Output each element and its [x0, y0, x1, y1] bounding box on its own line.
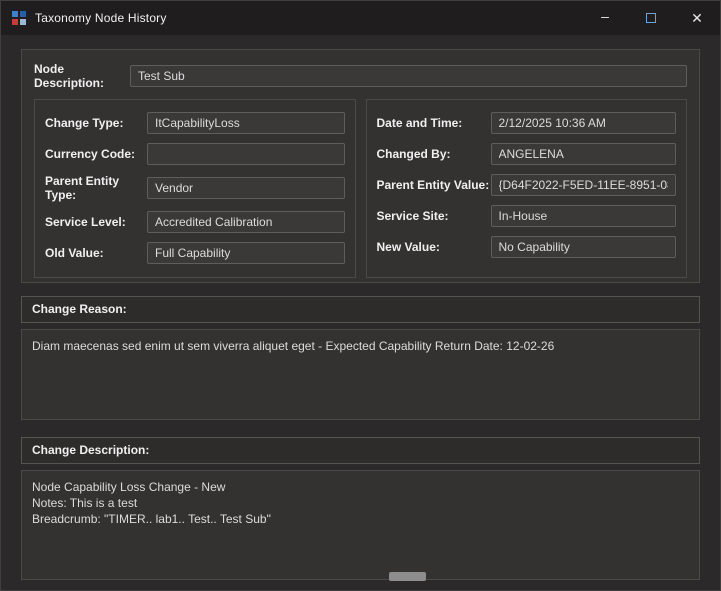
window-title: Taxonomy Node History: [35, 11, 167, 25]
field-row: Service Level:: [45, 211, 345, 233]
currency-code-label: Currency Code:: [45, 147, 147, 161]
service-level-label: Service Level:: [45, 215, 147, 229]
new-value-input[interactable]: [491, 236, 677, 258]
minimize-button[interactable]: –: [582, 1, 628, 35]
maximize-icon: [646, 13, 656, 23]
changed-by-label: Changed By:: [377, 147, 491, 161]
parent-entity-type-label: Parent Entity Type:: [45, 174, 147, 202]
app-icon: [11, 10, 27, 26]
date-and-time-label: Date and Time:: [377, 116, 491, 130]
field-row: Currency Code:: [45, 143, 345, 165]
field-row: Old Value:: [45, 242, 345, 264]
field-groups: Change Type: Currency Code: Parent Entit…: [34, 99, 687, 278]
summary-panel: Node Description: Change Type: Currency …: [21, 49, 700, 283]
new-value-label: New Value:: [377, 240, 491, 254]
change-reason-textarea[interactable]: Diam maecenas sed enim ut sem viverra al…: [21, 329, 700, 420]
taxonomy-node-history-window: Taxonomy Node History – ✕ Node Descripti…: [0, 0, 721, 591]
close-button[interactable]: ✕: [674, 1, 720, 35]
parent-entity-value-input[interactable]: [491, 174, 677, 196]
maximize-button[interactable]: [628, 1, 674, 35]
parent-entity-value-label: Parent Entity Value:: [377, 178, 491, 192]
date-and-time-input[interactable]: [491, 112, 677, 134]
node-description-row: Node Description:: [34, 62, 687, 90]
change-reason-header: Change Reason:: [21, 296, 700, 323]
change-description-textarea[interactable]: Node Capability Loss Change - New Notes:…: [21, 470, 700, 580]
currency-code-input[interactable]: [147, 143, 345, 165]
old-value-label: Old Value:: [45, 246, 147, 260]
right-field-group: Date and Time: Changed By: Parent Entity…: [366, 99, 688, 278]
node-description-input[interactable]: [130, 65, 687, 87]
service-site-input[interactable]: [491, 205, 677, 227]
titlebar[interactable]: Taxonomy Node History – ✕: [1, 1, 720, 35]
field-row: Change Type:: [45, 112, 345, 134]
field-row: Parent Entity Type:: [45, 174, 345, 202]
change-type-label: Change Type:: [45, 116, 147, 130]
minimize-icon: –: [601, 8, 609, 24]
horizontal-scrollbar-thumb[interactable]: [389, 572, 426, 581]
node-description-label: Node Description:: [34, 62, 130, 90]
service-level-input[interactable]: [147, 211, 345, 233]
change-description-header: Change Description:: [21, 437, 700, 464]
dialog-content: Node Description: Change Type: Currency …: [1, 35, 720, 590]
service-site-label: Service Site:: [377, 209, 491, 223]
old-value-input[interactable]: [147, 242, 345, 264]
changed-by-input[interactable]: [491, 143, 677, 165]
left-field-group: Change Type: Currency Code: Parent Entit…: [34, 99, 356, 278]
field-row: Service Site:: [377, 205, 677, 227]
window-controls: – ✕: [582, 1, 720, 35]
field-row: Parent Entity Value:: [377, 174, 677, 196]
field-row: Changed By:: [377, 143, 677, 165]
close-icon: ✕: [691, 10, 703, 27]
field-row: New Value:: [377, 236, 677, 258]
field-row: Date and Time:: [377, 112, 677, 134]
change-type-input[interactable]: [147, 112, 345, 134]
parent-entity-type-input[interactable]: [147, 177, 345, 199]
